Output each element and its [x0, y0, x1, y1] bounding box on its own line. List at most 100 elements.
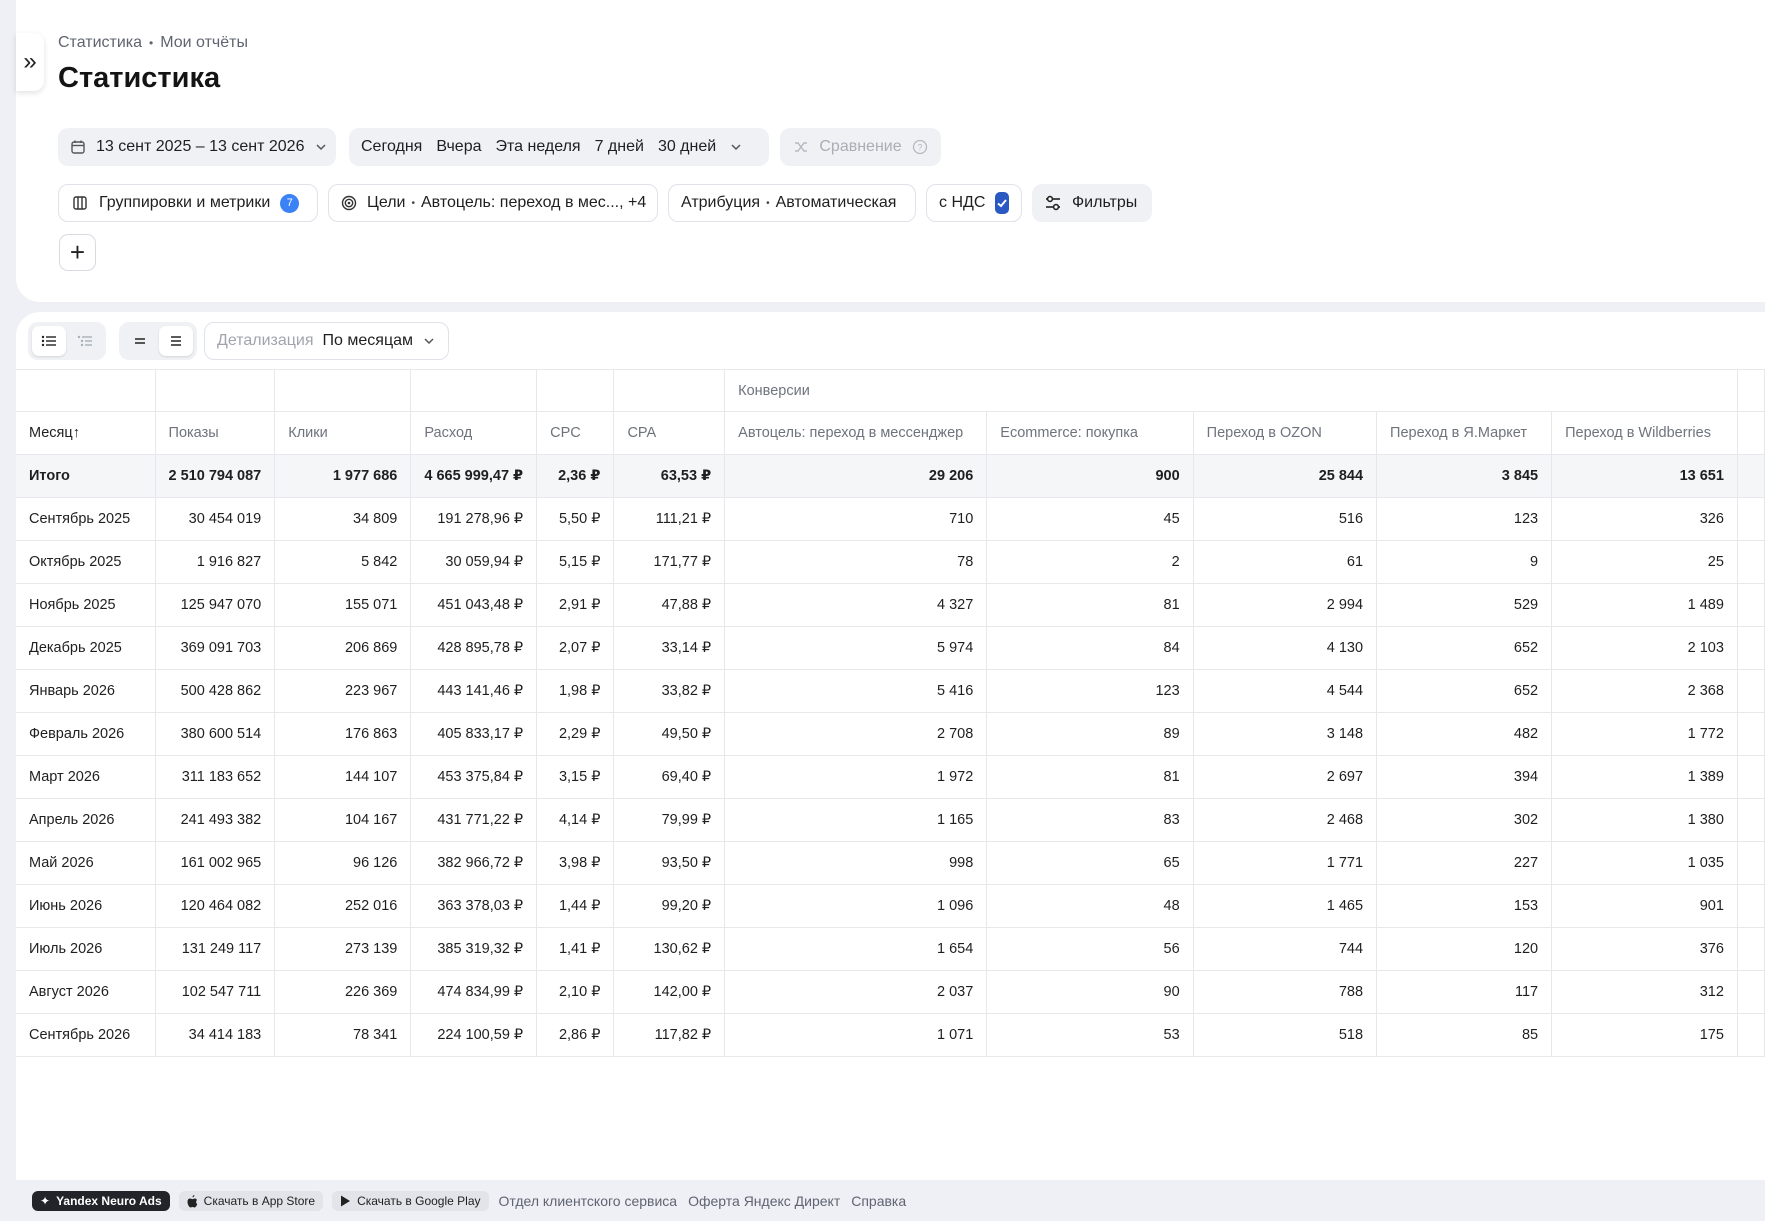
table-row: Декабрь 2025 369 091 703 206 869 428 895,78… — [16, 626, 1765, 670]
table-cell: 4 130 — [1192, 626, 1378, 670]
help-icon[interactable]: ? — [912, 138, 929, 156]
double-chevron-right-icon: » — [23, 48, 37, 75]
app-store-link[interactable]: Скачать в App Store — [178, 1191, 324, 1211]
column-header[interactable]: Клики — [274, 411, 412, 455]
column-header[interactable]: Автоцель: переход в мессенджер — [724, 411, 988, 455]
expand-sidebar-button[interactable]: » — [16, 33, 44, 91]
table-row: Сентябрь 2026 34 414 183 78 341 224 100,59 … — [16, 1013, 1765, 1057]
row-label-cell: Февраль 2026 — [16, 712, 156, 756]
compare-button[interactable]: Сравнение ? — [780, 128, 941, 166]
report-table-panel: Детализация По месяцам Конверсии Месяц↑ П… — [16, 312, 1765, 1180]
table-cell: 29 206 — [724, 454, 988, 498]
table-cell: 529 — [1376, 583, 1553, 627]
table-cell: 3,98 ₽ — [536, 841, 615, 885]
filters-button[interactable]: Фильтры — [1032, 184, 1152, 222]
range-7-days[interactable]: 7 дней — [588, 138, 651, 156]
table-cell: 30 059,94 ₽ — [410, 540, 538, 584]
table-cell: 191 278,96 ₽ — [410, 497, 538, 541]
table-cell: 1,41 ₽ — [536, 927, 615, 971]
table-cell: 376 — [1551, 927, 1738, 971]
column-header[interactable]: CPC — [536, 411, 615, 455]
table-cell: 3 148 — [1192, 712, 1378, 756]
table-row: Февраль 2026 380 600 514 176 863 405 833,17… — [16, 712, 1765, 756]
table-cell: 652 — [1376, 669, 1553, 713]
table-cell: 104 167 — [274, 798, 412, 842]
table-cell: 2,91 ₽ — [536, 583, 615, 627]
footer-link-support[interactable]: Отдел клиентского сервиса — [498, 1193, 679, 1209]
google-play-icon — [341, 1195, 351, 1207]
column-header-month[interactable]: Месяц↑ — [16, 411, 156, 455]
table-row: Март 2026 311 183 652 144 107 453 375,84 ₽3… — [16, 755, 1765, 799]
date-range-picker[interactable]: 13 сент 2025 – 13 сент 2026 — [58, 128, 336, 166]
groupings-metrics-button[interactable]: Группировки и метрики 7 — [58, 184, 318, 222]
table-cell: 2,36 ₽ — [536, 454, 615, 498]
table-cell: 161 002 965 — [154, 841, 276, 885]
compact-density-button[interactable] — [123, 326, 157, 356]
column-header[interactable]: Переход в Wildberries — [1551, 411, 1738, 455]
table-cell: 1 465 — [1192, 884, 1378, 928]
breadcrumb-item-my-reports[interactable]: Мои отчёты — [160, 34, 248, 52]
column-header-label: Месяц — [29, 425, 73, 441]
footer: ✦ Yandex Neuro Ads Скачать в App Store С… — [32, 1191, 907, 1211]
detail-select[interactable]: Детализация По месяцам — [204, 322, 449, 360]
footer-link-offer[interactable]: Оферта Яндекс Директ — [687, 1193, 841, 1209]
table-cell: 84 — [986, 626, 1194, 670]
table-cell: 78 — [724, 540, 988, 584]
regular-density-button[interactable] — [159, 326, 193, 356]
table-header-row: Месяц↑ Показы Клики Расход CPC CPA Автоцель: п… — [16, 411, 1765, 455]
add-filter-button[interactable]: + — [59, 234, 96, 271]
table-group-header-row: Конверсии — [16, 369, 1765, 412]
table-cell: 900 — [986, 454, 1194, 498]
range-30-days[interactable]: 30 дней — [651, 138, 723, 156]
table-cell: 5 842 — [274, 540, 412, 584]
brand-label: Yandex Neuro Ads — [56, 1194, 162, 1208]
column-header[interactable]: Показы — [154, 411, 276, 455]
quick-range-selector: Сегодня Вчера Эта неделя 7 дней 30 дней — [349, 128, 769, 166]
attribution-selector[interactable]: Атрибуция • Автоматическая — [668, 184, 916, 222]
checkbox-checked-icon[interactable] — [995, 192, 1010, 214]
goals-selector[interactable]: Цели • Автоцель: переход в мес..., +4 — [328, 184, 658, 222]
column-header[interactable]: Переход в OZON — [1192, 411, 1378, 455]
table-cell: 241 493 382 — [154, 798, 276, 842]
table-cell: 2 697 — [1192, 755, 1378, 799]
table-cell: 1 389 — [1551, 755, 1738, 799]
list-view-button[interactable] — [32, 326, 66, 356]
table-row: Сентябрь 2025 30 454 019 34 809 191 278,96 … — [16, 497, 1765, 541]
table-cell: 1 380 — [1551, 798, 1738, 842]
google-play-link[interactable]: Скачать в Google Play — [332, 1191, 489, 1211]
row-label-cell: Сентябрь 2025 — [16, 497, 156, 541]
row-label-cell: Июль 2026 — [16, 927, 156, 971]
footer-link-help[interactable]: Справка — [850, 1193, 907, 1209]
vat-toggle[interactable]: с НДС — [926, 184, 1022, 222]
plus-icon: + — [69, 237, 86, 267]
column-header[interactable]: Расход — [410, 411, 538, 455]
table-cell: 3,15 ₽ — [536, 755, 615, 799]
column-header[interactable]: Ecommerce: покупка — [986, 411, 1194, 455]
filters-label: Фильтры — [1072, 194, 1138, 211]
column-header[interactable]: Переход в Я.Маркет — [1376, 411, 1553, 455]
column-header[interactable]: CPA — [613, 411, 726, 455]
table-cell: 99,20 ₽ — [613, 884, 726, 928]
table-cell: 474 834,99 ₽ — [410, 970, 538, 1014]
range-this-week[interactable]: Эта неделя — [489, 138, 588, 156]
compact-rows-icon — [135, 338, 145, 344]
table-cell: 1,44 ₽ — [536, 884, 615, 928]
range-today[interactable]: Сегодня — [354, 138, 429, 156]
yandex-neuro-ads-badge[interactable]: ✦ Yandex Neuro Ads — [32, 1191, 170, 1211]
table-cell: 1 035 — [1551, 841, 1738, 885]
table-cell: 90 — [986, 970, 1194, 1014]
sparkle-icon: ✦ — [40, 1194, 51, 1208]
table-cell: 311 183 652 — [154, 755, 276, 799]
table-cell: 2,29 ₽ — [536, 712, 615, 756]
table-cell: 1,98 ₽ — [536, 669, 615, 713]
row-label-cell: Апрель 2026 — [16, 798, 156, 842]
table-row: Октябрь 2025 1 916 827 5 842 30 059,94 ₽5,1… — [16, 540, 1765, 584]
table-cell: 142,00 ₽ — [613, 970, 726, 1014]
chevron-down-icon[interactable] — [729, 140, 743, 154]
breadcrumb-item-statistics[interactable]: Статистика — [58, 34, 142, 52]
goals-label: Цели — [367, 194, 406, 211]
table-cell: 363 378,03 ₽ — [410, 884, 538, 928]
range-yesterday[interactable]: Вчера — [429, 138, 488, 156]
tree-view-button[interactable] — [68, 326, 102, 356]
table-cell: 4,14 ₽ — [536, 798, 615, 842]
